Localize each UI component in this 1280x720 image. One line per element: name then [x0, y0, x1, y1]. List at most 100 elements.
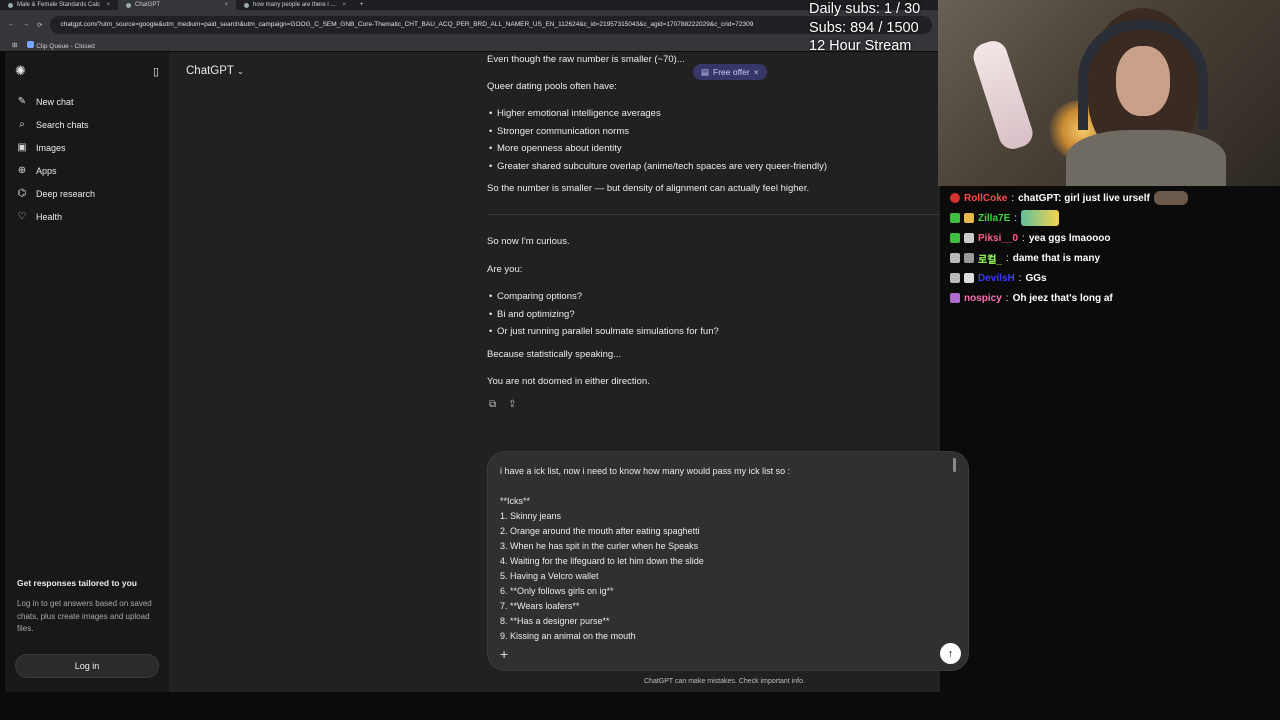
sidebar-item-label: Deep research — [36, 188, 96, 199]
chat-message: DevilsH: GGs — [950, 268, 1280, 288]
list-item: Higher emotional intelligence averages — [489, 108, 661, 119]
openai-logo-icon[interactable]: ✺ — [15, 63, 26, 79]
login-promo: Get responses tailored to you Log in to … — [17, 578, 162, 636]
sidebar-item-label: Search chats — [36, 119, 89, 130]
chat-username[interactable]: RollCoke — [964, 193, 1007, 204]
new-tab-icon[interactable]: + — [354, 2, 370, 8]
subs-text: Subs: 894 / 1500 — [809, 19, 919, 36]
sidebar-toggle-icon[interactable]: ▯ — [153, 65, 159, 78]
reload-icon[interactable]: ⟳ — [37, 21, 42, 29]
free-offer-badge[interactable]: ▤ Free offer × — [693, 64, 767, 80]
favicon-icon — [126, 2, 131, 8]
chat-message: nospicy: Oh jeez that's long af — [950, 288, 1280, 308]
image-icon: ▣ — [17, 142, 27, 153]
edit-icon: ✎ — [17, 96, 27, 107]
emote-icon — [1153, 191, 1188, 205]
model-selector[interactable]: ChatGPT ⌄ — [186, 65, 244, 77]
copy-icon[interactable]: ⧉ — [489, 399, 496, 410]
chat-text: GGs — [1025, 272, 1047, 284]
chatgpt-app: ✺ ▯ ✎ New chat ⌕ Search chats ▣ Images ⊕ App… — [5, 52, 969, 692]
message-text: Queer dating pools often have: — [487, 81, 617, 92]
sidebar-item-new-chat[interactable]: ✎ New chat — [5, 90, 169, 113]
back-icon[interactable]: ← — [8, 21, 15, 28]
skull-badge-icon — [964, 233, 974, 243]
chat-text: dame that is many — [1012, 252, 1101, 264]
favicon-icon — [8, 2, 13, 8]
daily-subs-text: Daily subs: 1 / 30 — [809, 1, 921, 17]
tab-label: Male & Female Standards Calc — [17, 2, 101, 8]
message-text: You are not doomed in either direction. — [487, 376, 650, 387]
message-text: So the number is smaller — but density o… — [487, 183, 810, 194]
tab-label: ChatGPT — [135, 2, 161, 8]
tab-label: how many people are there i ... — [253, 2, 336, 8]
sidebar-item-apps[interactable]: ⊕ Apps — [5, 159, 169, 182]
close-icon[interactable]: × — [754, 67, 759, 77]
badge-icon — [950, 273, 960, 283]
chat-text: yea ggs lmaoooo — [1028, 232, 1111, 244]
list-item: Stronger communication norms — [489, 126, 629, 137]
message-text: So now I'm curious. — [487, 236, 570, 247]
webcam-feed — [938, 0, 1280, 186]
login-button[interactable]: Log in — [15, 654, 159, 678]
address-bar-row: ← → ⟳ chatgpt.com/?utm_source=google&utm… — [0, 10, 940, 39]
sidebar-item-label: Apps — [36, 165, 57, 176]
bookmark-item[interactable]: Clip Queue - Closed — [27, 40, 95, 50]
headphones — [1078, 20, 1208, 130]
sidebar-item-label: New chat — [36, 96, 74, 107]
list-item: Bi and optimizing? — [489, 309, 575, 320]
list-item: Or just running parallel soulmate simula… — [489, 326, 719, 337]
message-text: Because statistically speaking... — [487, 349, 622, 360]
research-icon: ⌬ — [17, 188, 27, 199]
chevron-down-icon: ⌄ — [236, 67, 244, 76]
scrollbar[interactable] — [953, 458, 956, 472]
browser-tab[interactable]: how many people are there i ... × — [236, 0, 354, 10]
sidebar-item-images[interactable]: ▣ Images — [5, 136, 169, 159]
chat-username[interactable]: Piksi__0 — [978, 233, 1018, 244]
prompt-composer[interactable]: i have a ick list, now i need to know ho… — [487, 451, 969, 671]
sidebar-item-label: Images — [36, 142, 66, 153]
prompt-input[interactable]: i have a ick list, now i need to know ho… — [500, 464, 940, 642]
gift-icon: ▤ — [701, 66, 710, 77]
model-label: ChatGPT — [186, 65, 234, 77]
browser-tab[interactable]: Male & Female Standards Calc × — [0, 0, 118, 10]
stream-stats-overlay: Daily subs: 1 / 30 Subs: 894 / 1500 12 H… — [809, 0, 920, 56]
heart-icon: ♡ — [17, 211, 27, 222]
badge-icon — [950, 233, 960, 243]
chat-username[interactable]: 로컬_ — [978, 251, 1002, 266]
close-icon[interactable]: × — [106, 2, 110, 8]
list-item: Comparing options? — [489, 291, 582, 302]
bookmarks-bar: ⊞ Clip Queue - Closed — [0, 39, 940, 51]
streamer-body — [1066, 130, 1226, 186]
sidebar-item-health[interactable]: ♡ Health — [5, 205, 169, 228]
search-icon: ⌕ — [19, 119, 25, 130]
sidebar-item-deep-research[interactable]: ⌬ Deep research — [5, 182, 169, 205]
close-icon[interactable]: × — [342, 2, 346, 8]
microphone — [969, 37, 1037, 153]
forward-icon[interactable]: → — [23, 21, 30, 28]
url-field[interactable]: chatgpt.com/?utm_source=google&utm_mediu… — [50, 15, 932, 34]
badge-icon — [964, 253, 974, 263]
chat-username[interactable]: nospicy — [964, 293, 1002, 304]
stream-length-text: 12 Hour Stream — [809, 38, 912, 54]
chat-username[interactable]: DevilsH — [978, 273, 1015, 284]
add-attachment-icon[interactable]: + — [500, 646, 508, 662]
apps-grid-icon[interactable]: ⊞ — [12, 41, 17, 49]
sidebar-item-search-chats[interactable]: ⌕ Search chats — [5, 113, 169, 136]
chat-text: chatGPT: girl just live urself — [1018, 192, 1150, 204]
message-text: Even though the raw number is smaller (~… — [487, 54, 685, 65]
browser-tab-active[interactable]: ChatGPT × — [118, 0, 236, 10]
list-item: More openness about identity — [489, 143, 622, 154]
send-button[interactable]: ↑ — [940, 643, 961, 664]
message-text: Are you: — [487, 264, 523, 275]
close-icon[interactable]: × — [224, 2, 228, 8]
chat-message: 로컬_: dame that is many — [950, 248, 1280, 268]
section-divider — [487, 214, 939, 215]
badge-icon — [950, 213, 960, 223]
chat-message: Zilla7E: — [950, 208, 1280, 228]
message-actions: ⧉ ⇪ — [489, 399, 517, 410]
promo-title: Get responses tailored to you — [17, 578, 137, 588]
chat-username[interactable]: Zilla7E — [978, 213, 1010, 224]
browser-tab-bar: Male & Female Standards Calc × ChatGPT × h… — [0, 0, 940, 10]
share-icon[interactable]: ⇪ — [508, 399, 516, 410]
apps-icon: ⊕ — [17, 165, 27, 176]
